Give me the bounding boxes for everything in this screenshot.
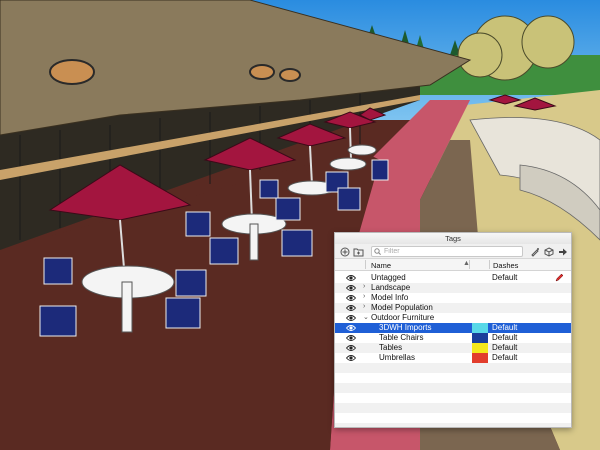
tag-dashes[interactable]: Default xyxy=(492,353,517,362)
empty-row xyxy=(335,363,571,373)
dashes-button[interactable] xyxy=(543,246,554,257)
name-column-header[interactable]: Name xyxy=(371,261,391,270)
tag-row[interactable]: Table Chairs Default xyxy=(335,333,571,343)
empty-row xyxy=(335,413,571,423)
tag-color-swatch[interactable] xyxy=(472,333,488,343)
tag-name: Table Chairs xyxy=(379,333,424,342)
plus-circle-icon xyxy=(340,247,349,256)
panel-title: Tags xyxy=(335,233,571,244)
chevron-down-icon[interactable]: ⌄ xyxy=(363,313,369,321)
tag-dashes[interactable]: Default xyxy=(492,273,517,282)
chevron-right-icon[interactable]: › xyxy=(363,293,365,300)
tag-row[interactable]: 3DWH Imports Default xyxy=(335,323,571,333)
tag-row[interactable]: Tables Default xyxy=(335,343,571,353)
details-button[interactable] xyxy=(557,246,568,257)
add-folder-button[interactable] xyxy=(353,246,364,257)
visibility-eye-icon[interactable] xyxy=(345,314,357,322)
search-icon xyxy=(374,248,381,255)
visibility-eye-icon[interactable] xyxy=(345,334,357,342)
tag-row[interactable]: › Model Info xyxy=(335,293,571,303)
empty-row xyxy=(335,423,571,427)
tag-row[interactable]: ⌄ Outdoor Furniture xyxy=(335,313,571,323)
filter-input[interactable] xyxy=(384,248,514,255)
visibility-eye-icon[interactable] xyxy=(345,284,357,292)
tag-color-swatch[interactable] xyxy=(472,353,488,363)
paint-icon xyxy=(530,247,539,257)
tag-name: Umbrellas xyxy=(379,353,416,362)
tag-name: Model Population xyxy=(371,303,433,312)
tags-list: Untagged Default › Landscape › Model Info › Mod… xyxy=(335,271,571,427)
dashes-column-header[interactable]: Dashes xyxy=(493,261,518,270)
tag-name: Untagged xyxy=(371,273,406,282)
add-tag-button[interactable] xyxy=(339,246,350,257)
visibility-eye-icon[interactable] xyxy=(345,354,357,362)
empty-row xyxy=(335,373,571,383)
empty-row xyxy=(335,383,571,393)
color-by-tag-button[interactable] xyxy=(529,246,540,257)
tag-color-swatch[interactable] xyxy=(472,323,488,333)
tag-row[interactable]: Untagged Default xyxy=(335,273,571,283)
tag-row[interactable]: › Landscape xyxy=(335,283,571,293)
chevron-right-icon[interactable]: › xyxy=(363,283,365,290)
folder-plus-icon xyxy=(353,248,364,256)
tags-toolbar xyxy=(335,244,571,259)
tags-column-header: Name ▲ Dashes xyxy=(335,259,571,271)
visibility-eye-icon[interactable] xyxy=(345,294,357,302)
cube-icon xyxy=(544,246,553,257)
empty-row xyxy=(335,403,571,413)
tag-dashes[interactable]: Default xyxy=(492,323,517,332)
tag-name: Outdoor Furniture xyxy=(371,313,435,322)
tag-row[interactable]: › Model Population xyxy=(335,303,571,313)
visibility-eye-icon[interactable] xyxy=(345,344,357,352)
visibility-eye-icon[interactable] xyxy=(345,324,357,332)
visibility-eye-icon[interactable] xyxy=(345,304,357,312)
chevron-right-icon[interactable]: › xyxy=(363,303,365,310)
tag-color-swatch[interactable] xyxy=(472,343,488,353)
filter-field xyxy=(371,246,523,257)
visibility-eye-icon[interactable] xyxy=(345,274,357,282)
tag-dashes[interactable]: Default xyxy=(492,343,517,352)
arrow-right-icon xyxy=(558,248,567,255)
tags-panel: Tags Filter Name ▲ Dashes Untagged Defau… xyxy=(334,232,572,428)
tag-row[interactable]: Umbrellas Default xyxy=(335,353,571,363)
tag-dashes[interactable]: Default xyxy=(492,333,517,342)
active-tag-pencil-icon[interactable] xyxy=(555,273,564,282)
empty-row xyxy=(335,393,571,403)
tag-name: Tables xyxy=(379,343,403,352)
tag-name: Landscape xyxy=(371,283,411,292)
tag-name: 3DWH Imports xyxy=(379,323,432,332)
tag-name: Model Info xyxy=(371,293,409,302)
